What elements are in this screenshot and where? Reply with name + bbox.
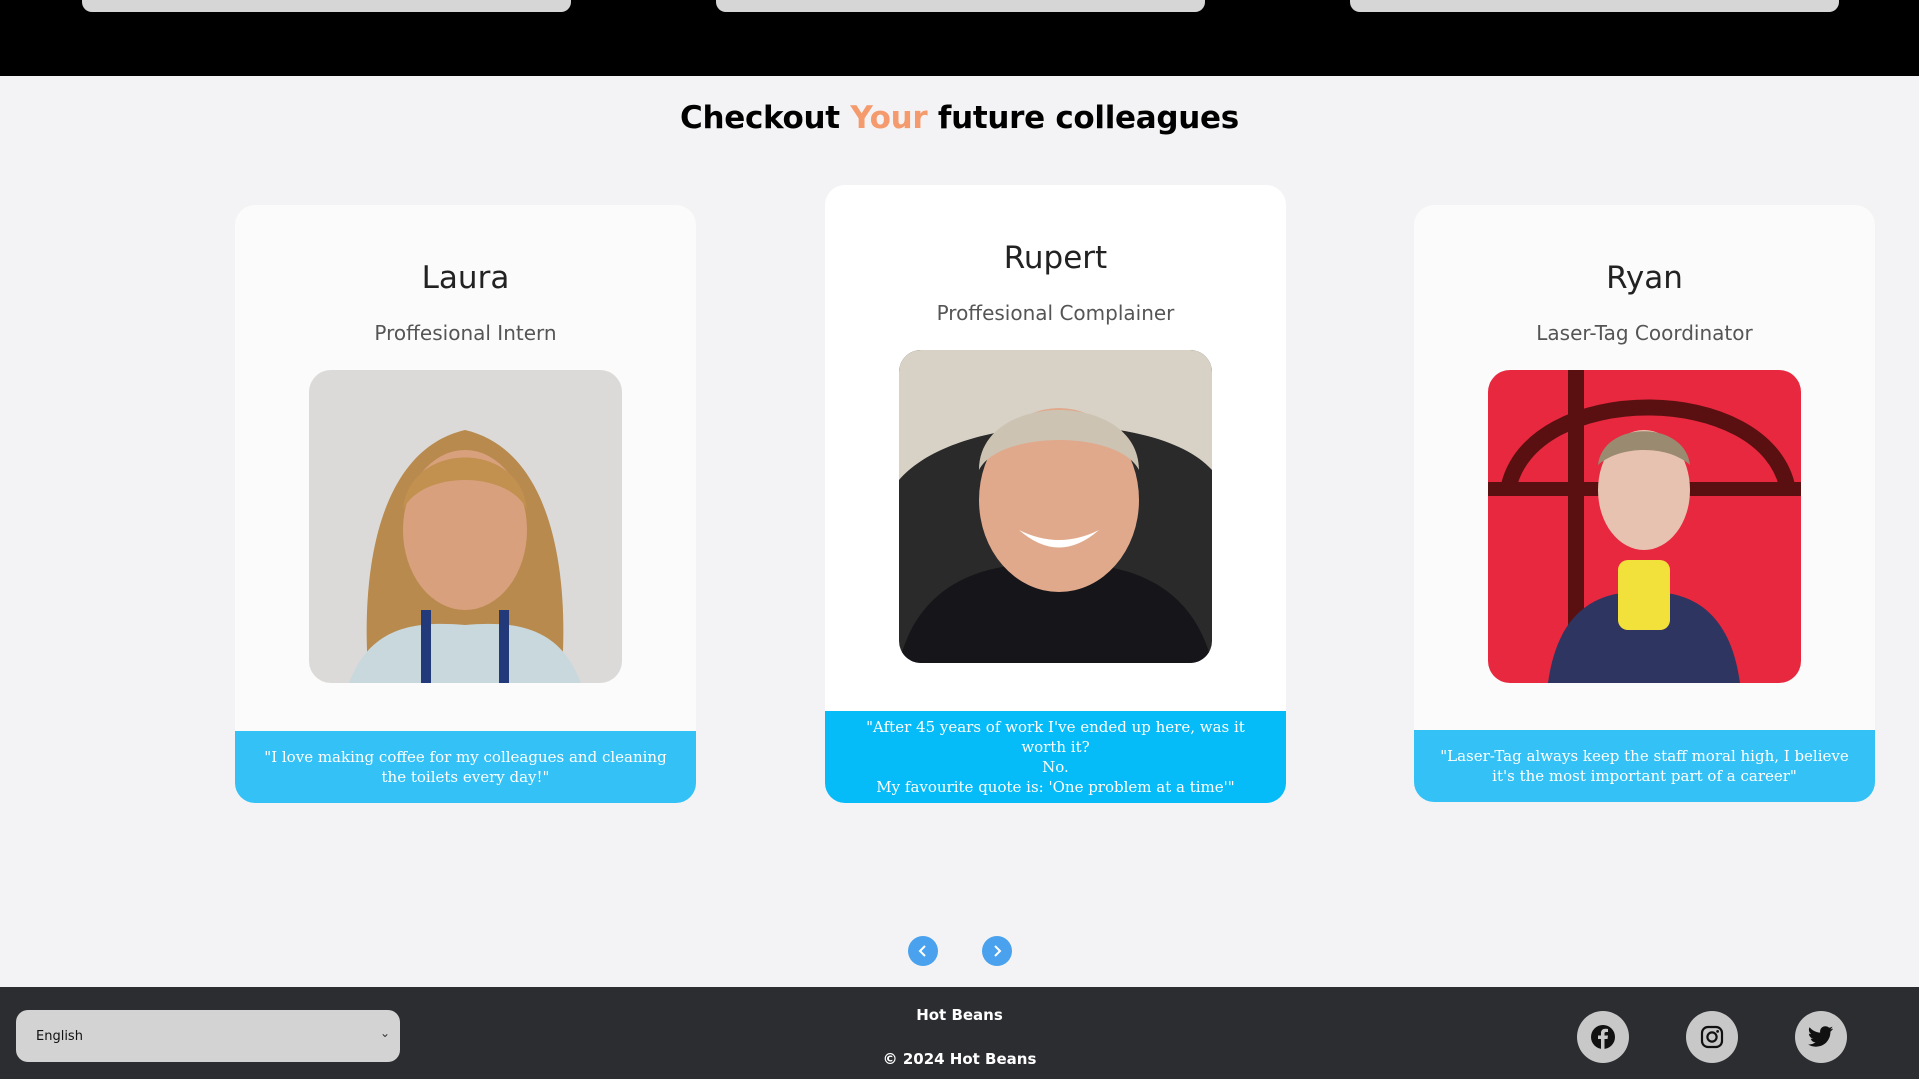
section-heading: Checkout Your future colleagues bbox=[0, 100, 1919, 136]
colleague-role: Proffesional Complainer bbox=[936, 301, 1175, 325]
previous-section-card bbox=[82, 0, 571, 12]
colleague-card-rupert: Rupert Proffesional Complainer "After 45… bbox=[825, 185, 1286, 803]
portrait-photo-laura bbox=[309, 370, 622, 683]
chevron-right-icon bbox=[994, 945, 1002, 957]
previous-section-band bbox=[0, 0, 1919, 76]
colleague-name: Laura bbox=[421, 260, 510, 296]
footer-copyright: © 2024 Hot Beans bbox=[882, 1050, 1037, 1068]
previous-section-card bbox=[1350, 0, 1839, 12]
quote-line: No. bbox=[1042, 758, 1069, 776]
colleague-photo bbox=[899, 350, 1212, 663]
quote-line: "After 45 years of work I've ended up he… bbox=[866, 718, 1245, 756]
footer-brand: Hot Beans bbox=[916, 1006, 1003, 1024]
colleague-quote: "I love making coffee for my colleagues … bbox=[235, 731, 696, 803]
previous-section-card bbox=[716, 0, 1205, 12]
twitter-link[interactable] bbox=[1795, 1011, 1847, 1063]
colleague-card-laura: Laura Proffesional Intern "I love making… bbox=[235, 205, 696, 803]
carousel-prev-button[interactable] bbox=[908, 936, 938, 966]
colleague-quote: "Laser-Tag always keep the staff moral h… bbox=[1414, 730, 1875, 802]
colleague-role: Laser-Tag Coordinator bbox=[1536, 321, 1753, 345]
chevron-down-icon: ⌄ bbox=[379, 1026, 390, 1040]
carousel-next-button[interactable] bbox=[982, 936, 1012, 966]
language-selected-value: English bbox=[36, 1028, 83, 1044]
instagram-link[interactable] bbox=[1686, 1011, 1738, 1063]
colleague-photo bbox=[309, 370, 622, 683]
facebook-link[interactable] bbox=[1577, 1011, 1629, 1063]
colleague-name: Ryan bbox=[1606, 260, 1683, 296]
colleague-quote: "After 45 years of work I've ended up he… bbox=[825, 711, 1286, 803]
twitter-icon bbox=[1808, 1026, 1833, 1047]
chevron-left-icon bbox=[918, 945, 926, 957]
colleague-card-ryan: Ryan Laser-Tag Coordinator "Laser-Tag al… bbox=[1414, 205, 1875, 802]
colleague-name: Rupert bbox=[1003, 240, 1108, 276]
facebook-icon bbox=[1591, 1025, 1615, 1049]
portrait-photo-ryan bbox=[1488, 370, 1801, 683]
colleague-role: Proffesional Intern bbox=[374, 321, 557, 345]
quote-line: My favourite quote is: 'One problem at a… bbox=[876, 778, 1235, 796]
colleague-photo bbox=[1488, 370, 1801, 683]
heading-text-end: future colleagues bbox=[927, 100, 1239, 136]
instagram-icon bbox=[1700, 1025, 1724, 1049]
portrait-photo-rupert bbox=[899, 350, 1212, 663]
heading-text-start: Checkout bbox=[680, 100, 851, 136]
heading-accent: Your bbox=[850, 100, 928, 136]
